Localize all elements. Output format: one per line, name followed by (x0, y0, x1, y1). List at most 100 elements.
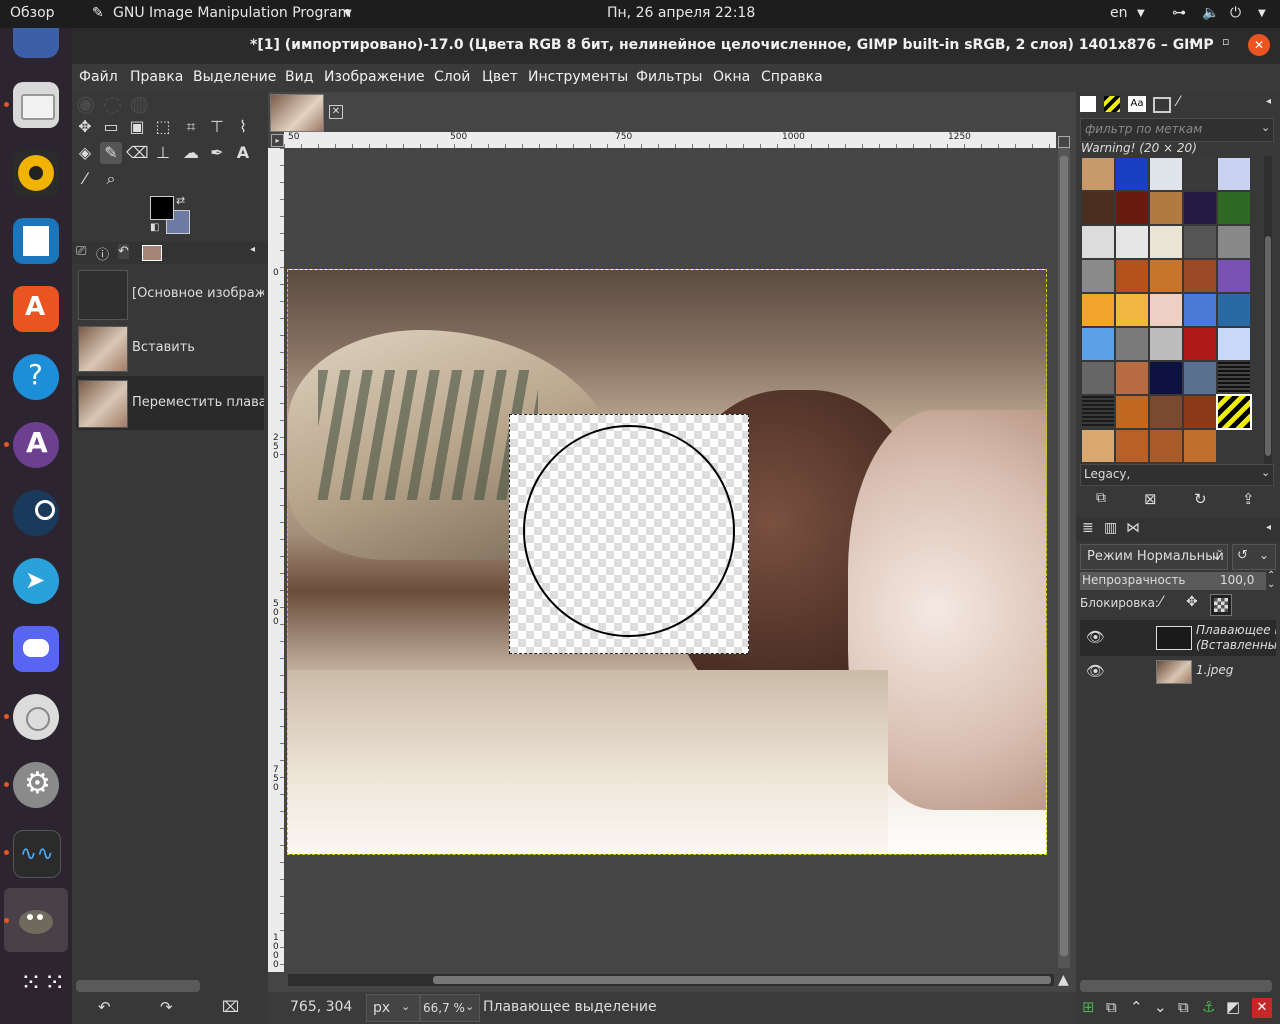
pattern-swatch[interactable] (1116, 430, 1148, 462)
pattern-tag-input[interactable]: Legacy, ⌄ (1080, 464, 1274, 486)
list-item[interactable]: Вставить (76, 322, 264, 374)
menu-view[interactable]: Вид (285, 69, 313, 85)
discord-icon[interactable] (13, 626, 59, 672)
rhythmbox-icon[interactable] (13, 150, 59, 196)
close-icon[interactable]: ✕ (1248, 34, 1270, 56)
eraser-tool-icon[interactable]: ⌫ (126, 142, 149, 164)
duplicate-layer-icon[interactable]: ⧉ (1178, 998, 1189, 1016)
pattern-swatch[interactable] (1150, 396, 1182, 428)
menu-edit[interactable]: Правка (130, 69, 183, 85)
software-center-icon[interactable]: A (13, 286, 59, 332)
pattern-swatch[interactable] (1184, 430, 1216, 462)
bucket-fill-tool-icon[interactable]: ◈ (74, 142, 96, 164)
pattern-swatch[interactable] (1082, 362, 1114, 394)
vertical-ruler[interactable]: 0 250 500 750 1000 (268, 148, 284, 972)
crop-tool-icon[interactable]: ⌗ (180, 116, 202, 138)
pattern-swatch[interactable] (1150, 192, 1182, 224)
horizontal-ruler[interactable]: 50 500 750 1000 1250 (284, 132, 1056, 148)
menu-windows[interactable]: Окна (713, 69, 750, 85)
swap-colors-icon[interactable]: ⇄ (176, 194, 185, 207)
open-as-image-icon[interactable]: ⇪ (1242, 490, 1255, 508)
pattern-swatch[interactable] (1116, 362, 1148, 394)
floating-selection[interactable] (509, 414, 749, 654)
paths-tab-icon[interactable]: ⋈ (1126, 520, 1140, 536)
pattern-swatch[interactable] (1116, 396, 1148, 428)
pattern-swatch[interactable] (1218, 328, 1250, 360)
brushes-tab-icon[interactable] (1080, 96, 1096, 112)
horizontal-scrollbar[interactable] (288, 974, 1054, 986)
lower-layer-icon[interactable]: ⌄ (1154, 998, 1167, 1016)
color-picker-tool-icon[interactable]: ⁄ (74, 168, 96, 190)
pattern-swatch[interactable] (1116, 328, 1148, 360)
clone-tool-icon[interactable]: ⊥ (152, 142, 174, 164)
visibility-eye-icon[interactable]: 👁 (1086, 662, 1105, 680)
default-colors-icon[interactable]: ◧ (150, 222, 159, 233)
settings-icon[interactable]: ⚙ (13, 762, 59, 808)
text-tool-icon[interactable]: A (232, 142, 254, 164)
delete-pattern-icon[interactable]: ⊠ (1144, 490, 1157, 508)
layer-row[interactable]: 👁 Плавающее в (Вставленны (1080, 620, 1276, 656)
layer-row[interactable]: 👁 1.jpeg (1080, 658, 1276, 684)
pattern-swatch[interactable] (1184, 158, 1216, 190)
pattern-swatch[interactable] (1218, 294, 1250, 326)
menu-select[interactable]: Выделение (193, 69, 276, 85)
vertical-scrollbar[interactable] (1058, 148, 1070, 968)
pattern-swatch[interactable] (1150, 328, 1182, 360)
quick-mask-icon[interactable]: ▸ (271, 134, 284, 147)
open-pattern-icon[interactable]: ⧉ (1096, 490, 1106, 506)
panel-menu-icon[interactable]: ◂ (1266, 522, 1271, 533)
channels-tab-icon[interactable]: ▥ (1104, 520, 1117, 536)
navigation-icon[interactable]: ▲ (1058, 972, 1069, 988)
show-apps-icon[interactable]: ⁙⁙ (13, 966, 66, 1012)
pattern-swatch[interactable] (1184, 226, 1216, 258)
pattern-swatch[interactable] (1218, 260, 1250, 292)
pattern-swatch[interactable] (1184, 260, 1216, 292)
scrollbar[interactable] (76, 980, 200, 992)
tool-options-tab-icon[interactable]: ⎚ (76, 244, 86, 259)
foreground-color-swatch[interactable] (150, 196, 174, 220)
panel-menu-icon[interactable]: ◂ (1266, 96, 1271, 107)
pattern-swatch[interactable] (1082, 158, 1114, 190)
undo-history-tab-icon[interactable]: ↶ (118, 244, 129, 259)
pattern-swatch[interactable] (1150, 260, 1182, 292)
maximize-icon[interactable]: ▫ (1222, 35, 1229, 48)
pattern-swatch[interactable] (1082, 294, 1114, 326)
telegram-icon[interactable]: ➤ (13, 558, 59, 604)
network-icon[interactable]: ⊶ (1172, 5, 1186, 21)
menu-filters[interactable]: Фильтры (636, 69, 702, 85)
window-title-bar[interactable]: *[1] (импортировано)-17.0 (Цвета RGB 8 б… (72, 28, 1280, 64)
pattern-swatch[interactable] (1150, 226, 1182, 258)
pattern-scrollbar[interactable] (1264, 156, 1272, 464)
free-select-tool-icon[interactable]: ▣ (126, 116, 148, 138)
close-tab-icon[interactable]: ✕ (329, 105, 343, 119)
pattern-swatch[interactable] (1184, 328, 1216, 360)
pattern-swatch[interactable] (1082, 328, 1114, 360)
pattern-swatch[interactable] (1082, 430, 1114, 462)
menu-help[interactable]: Справка (761, 69, 823, 85)
images-tab-icon[interactable] (142, 245, 162, 261)
patterns-tab-icon[interactable] (1104, 96, 1120, 112)
files-icon[interactable] (13, 82, 59, 128)
zoom-select[interactable]: 66,7 % ⌄ (420, 994, 480, 1022)
power-icon[interactable]: ⏻ (1230, 5, 1241, 21)
opacity-spinner-icon[interactable]: ⌃ ⌄ (1267, 571, 1275, 590)
pattern-grid[interactable] (1080, 156, 1252, 464)
delete-layer-icon[interactable]: ✕ (1252, 998, 1272, 1018)
layers-scrollbar[interactable] (1080, 980, 1272, 992)
rect-select-tool-icon[interactable]: ▭ (100, 116, 122, 138)
pattern-swatch[interactable] (1150, 294, 1182, 326)
activities-button[interactable]: Обзор (10, 5, 55, 21)
image-canvas[interactable] (287, 269, 1047, 855)
system-monitor-icon[interactable]: ∿∿ (13, 830, 61, 878)
language-indicator[interactable]: en (1110, 5, 1128, 21)
disks-icon[interactable] (13, 694, 59, 740)
pattern-swatch[interactable] (1150, 430, 1182, 462)
pattern-swatch[interactable] (1150, 362, 1182, 394)
list-item[interactable]: Переместить плавающ (76, 376, 264, 430)
thunderbird-icon[interactable] (13, 28, 59, 58)
pattern-swatch[interactable] (1218, 226, 1250, 258)
menu-color[interactable]: Цвет (482, 69, 518, 85)
undo-icon[interactable]: ↶ (98, 998, 111, 1016)
pattern-swatch-selected[interactable] (1216, 394, 1252, 430)
volume-icon[interactable]: 🔈 (1202, 5, 1219, 21)
